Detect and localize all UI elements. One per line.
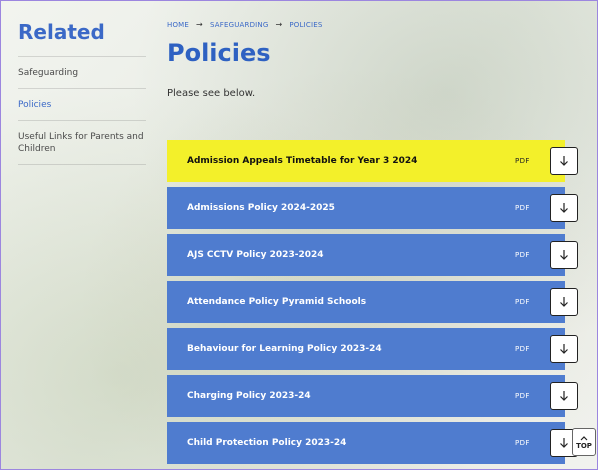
arrow-down-icon bbox=[560, 438, 568, 448]
breadcrumb: HOME → SAFEGUARDING → POLICIES bbox=[167, 20, 323, 29]
document-format: PDF bbox=[515, 345, 530, 353]
document-row[interactable]: Behaviour for Learning Policy 2023-24 PD… bbox=[167, 328, 578, 370]
document-format: PDF bbox=[515, 157, 530, 165]
chevron-up-icon bbox=[580, 435, 588, 440]
document-row[interactable]: Admissions Policy 2024-2025 PDF bbox=[167, 187, 578, 229]
page-title: Policies bbox=[167, 39, 271, 67]
sidebar-heading: Related bbox=[18, 18, 146, 57]
breadcrumb-separator: → bbox=[196, 20, 203, 29]
page-intro: Please see below. bbox=[167, 88, 256, 99]
back-to-top-button[interactable]: TOP bbox=[572, 428, 596, 456]
document-title: Charging Policy 2023-24 bbox=[187, 391, 311, 401]
document-title: Attendance Policy Pyramid Schools bbox=[187, 297, 367, 307]
document-title: AJS CCTV Policy 2023-2024 bbox=[187, 250, 324, 260]
document-title: Admission Appeals Timetable for Year 3 2… bbox=[187, 156, 418, 166]
download-button[interactable] bbox=[550, 194, 578, 222]
document-title: Admissions Policy 2024-2025 bbox=[187, 203, 335, 213]
arrow-down-icon bbox=[560, 391, 568, 401]
document-list: Admission Appeals Timetable for Year 3 2… bbox=[167, 140, 578, 469]
document-row[interactable]: Attendance Policy Pyramid Schools PDF bbox=[167, 281, 578, 323]
download-button[interactable] bbox=[550, 147, 578, 175]
breadcrumb-home[interactable]: HOME bbox=[167, 21, 189, 29]
sidebar-item-safeguarding[interactable]: Safeguarding bbox=[18, 57, 146, 89]
breadcrumb-separator: → bbox=[275, 20, 283, 29]
document-format: PDF bbox=[515, 298, 530, 306]
download-button[interactable] bbox=[550, 288, 578, 316]
arrow-down-icon bbox=[560, 297, 568, 307]
sidebar-item-policies[interactable]: Policies bbox=[18, 89, 146, 121]
related-sidebar: Related Safeguarding Policies Useful Lin… bbox=[18, 18, 146, 165]
document-format: PDF bbox=[515, 439, 530, 447]
document-row[interactable]: Child Protection Policy 2023-24 PDF bbox=[167, 422, 578, 464]
back-to-top-label: TOP bbox=[576, 441, 592, 450]
download-button[interactable] bbox=[550, 382, 578, 410]
document-format: PDF bbox=[515, 392, 530, 400]
arrow-down-icon bbox=[560, 156, 568, 166]
document-format: PDF bbox=[515, 251, 530, 259]
arrow-down-icon bbox=[560, 344, 568, 354]
download-button[interactable] bbox=[550, 241, 578, 269]
document-title: Behaviour for Learning Policy 2023-24 bbox=[187, 344, 382, 354]
arrow-down-icon bbox=[560, 250, 568, 260]
document-title: Child Protection Policy 2023-24 bbox=[187, 438, 347, 448]
breadcrumb-safeguarding[interactable]: SAFEGUARDING bbox=[210, 21, 269, 29]
document-row[interactable]: AJS CCTV Policy 2023-2024 PDF bbox=[167, 234, 578, 276]
sidebar-item-useful-links[interactable]: Useful Links for Parents and Children bbox=[18, 121, 146, 165]
breadcrumb-current: POLICIES bbox=[289, 21, 323, 29]
document-row[interactable]: Charging Policy 2023-24 PDF bbox=[167, 375, 578, 417]
download-button[interactable] bbox=[550, 335, 578, 363]
document-format: PDF bbox=[515, 204, 530, 212]
arrow-down-icon bbox=[560, 203, 568, 213]
document-row[interactable]: Admission Appeals Timetable for Year 3 2… bbox=[167, 140, 578, 182]
